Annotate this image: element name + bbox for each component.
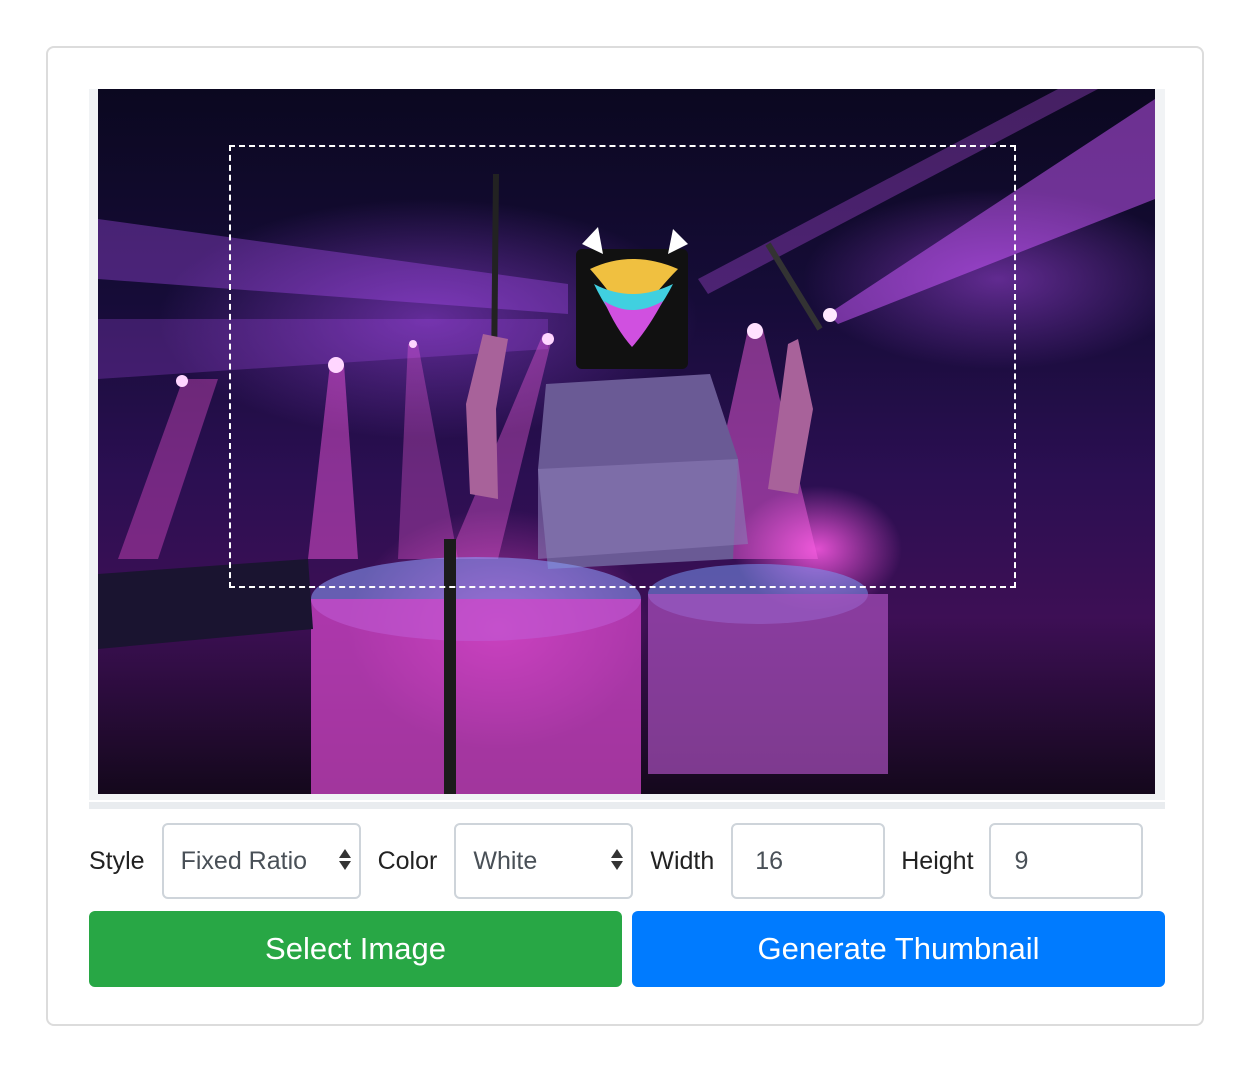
select-image-button[interactable]: Select Image bbox=[89, 911, 622, 987]
width-input[interactable]: 16 bbox=[731, 823, 886, 899]
width-value: 16 bbox=[755, 846, 784, 875]
select-arrows-icon bbox=[338, 849, 351, 870]
color-select[interactable]: White bbox=[454, 823, 634, 899]
style-label: Style bbox=[89, 846, 145, 875]
crop-selection-box[interactable] bbox=[229, 145, 1016, 588]
height-input[interactable]: 9 bbox=[988, 823, 1143, 899]
height-value: 9 bbox=[1014, 846, 1029, 875]
height-label: Height bbox=[901, 846, 974, 875]
color-label: Color bbox=[377, 846, 438, 875]
style-selected-value: Fixed Ratio bbox=[180, 846, 308, 875]
action-buttons: Select Image Generate Thumbnail bbox=[89, 911, 1165, 987]
source-image[interactable] bbox=[98, 89, 1155, 794]
generate-thumbnail-button[interactable]: Generate Thumbnail bbox=[632, 911, 1165, 987]
select-arrows-icon bbox=[611, 849, 624, 870]
thumbnail-generator-card: Style Fixed Ratio Color White Width 16 H… bbox=[46, 46, 1204, 1026]
preview-divider bbox=[89, 802, 1165, 809]
width-label: Width bbox=[650, 846, 715, 875]
color-selected-value: White bbox=[473, 846, 538, 875]
image-preview-frame bbox=[89, 89, 1165, 800]
style-select[interactable]: Fixed Ratio bbox=[161, 823, 361, 899]
controls-row: Style Fixed Ratio Color White Width 16 H… bbox=[89, 823, 1165, 899]
